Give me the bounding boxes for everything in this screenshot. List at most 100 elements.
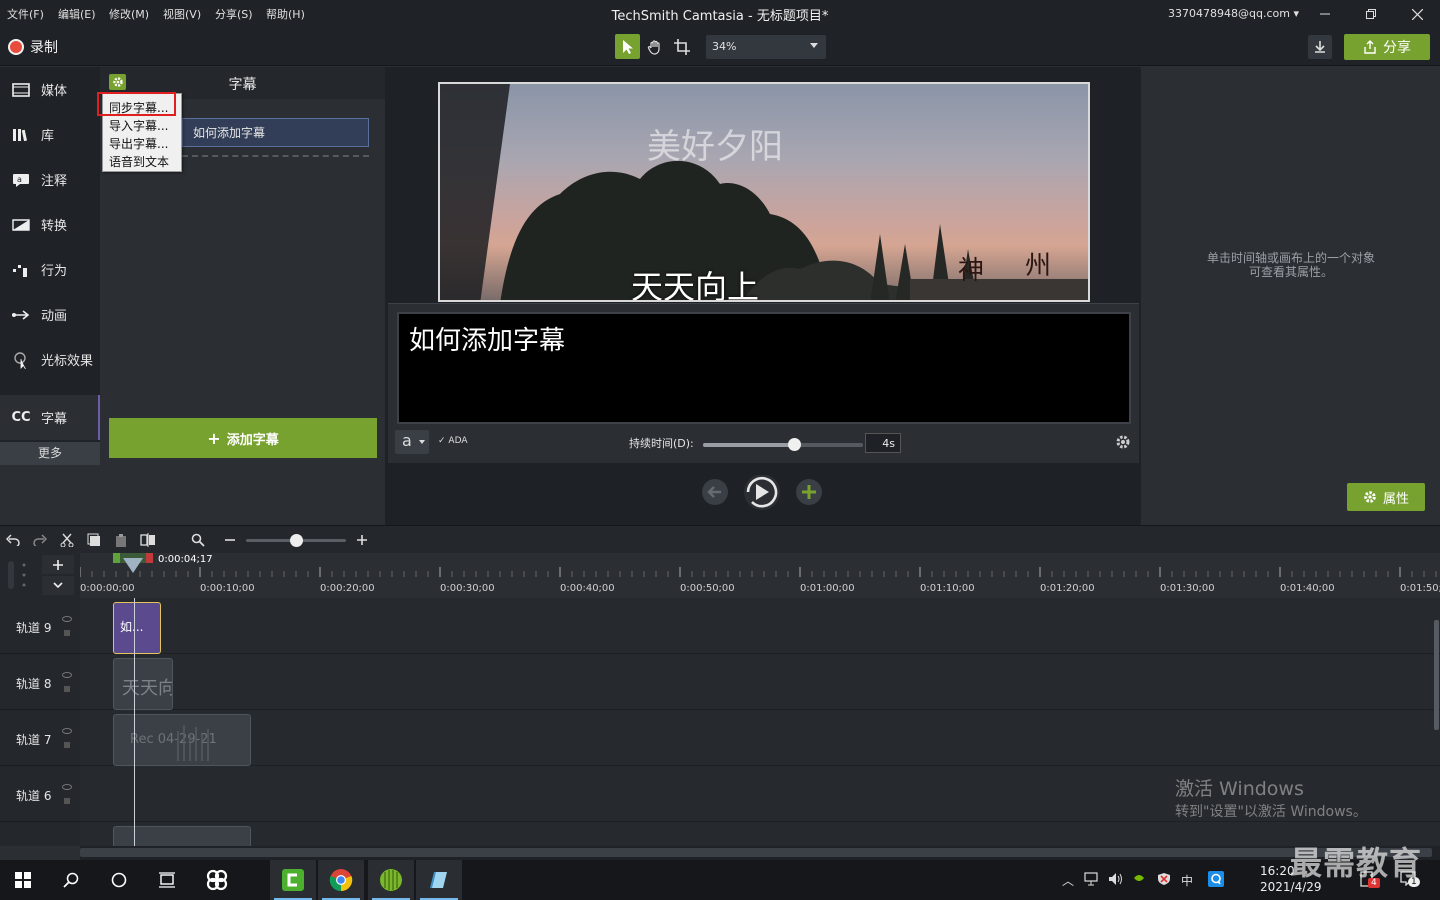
- font-style-button[interactable]: a: [395, 430, 429, 454]
- duration-slider-thumb[interactable]: [788, 438, 802, 451]
- ada-checkbox[interactable]: ✓ ADA: [438, 436, 468, 446]
- crop-tool-button[interactable]: [669, 34, 694, 59]
- track-visibility-lock-icon[interactable]: [62, 726, 72, 750]
- collapse-tracks-icon[interactable]: [42, 576, 74, 595]
- menu-item-export-captions[interactable]: 导出字幕...: [109, 135, 168, 152]
- annotation-icon: a: [11, 172, 31, 188]
- menu-view[interactable]: 视图(V): [163, 6, 201, 22]
- timeline-ruler[interactable]: 0:00:00;00 0:00:10;00 0:00:20;00 0:00:30;00…: [80, 553, 1440, 598]
- timeline-horizontal-scrollbar[interactable]: [80, 846, 1440, 860]
- track-row[interactable]: [80, 654, 1440, 710]
- cortana-button[interactable]: [96, 860, 142, 900]
- caption-clip[interactable]: 如...: [113, 602, 161, 654]
- track-visibility-lock-icon[interactable]: [62, 782, 72, 806]
- sidebar-item-cursor-effects[interactable]: 光标效果: [0, 337, 100, 382]
- video-preview[interactable]: 神 州 美好夕阳 天天向上: [438, 82, 1090, 302]
- menu-item-sync-captions[interactable]: 同步字幕...: [109, 99, 168, 116]
- close-button[interactable]: [1394, 0, 1440, 28]
- select-tool-button[interactable]: [615, 34, 640, 59]
- scrollbar-thumb[interactable]: [80, 848, 1432, 857]
- track-height-handle-icon[interactable]: [8, 561, 26, 589]
- search-button[interactable]: [48, 860, 94, 900]
- menu-file[interactable]: 文件(F): [7, 6, 44, 22]
- taskbar-app-notepad[interactable]: [416, 860, 462, 900]
- share-button[interactable]: 分享: [1344, 34, 1430, 60]
- tracks-vertical-scrollbar[interactable]: [1434, 620, 1439, 730]
- tray-expand-icon[interactable]: ︿: [1062, 872, 1074, 889]
- ruler-tick-label: 0:01:40;00: [1280, 583, 1335, 594]
- properties-hint: 单击时间轴或画布上的一个对象 可查看其属性。: [1161, 251, 1421, 279]
- security-shield-icon[interactable]: [1157, 872, 1171, 886]
- caption-list-item[interactable]: 如何添加字幕: [182, 118, 369, 147]
- timeline-zoom-slider[interactable]: [246, 534, 346, 547]
- redo-button[interactable]: [32, 532, 48, 548]
- menu-help[interactable]: 帮助(H): [266, 6, 305, 22]
- track-header[interactable]: 轨道 8: [0, 654, 80, 710]
- record-button[interactable]: 录制: [8, 37, 58, 57]
- sidebar-item-annotations[interactable]: a 注释: [0, 157, 100, 202]
- caption-text-box[interactable]: 如何添加字幕: [397, 312, 1131, 424]
- track-header[interactable]: 轨道 6: [0, 766, 80, 822]
- cut-button[interactable]: [59, 532, 75, 548]
- more-button[interactable]: 更多: [0, 442, 100, 465]
- split-button[interactable]: [140, 532, 156, 548]
- account-menu[interactable]: 3370478948@qq.com ▾: [1168, 7, 1299, 20]
- copy-button[interactable]: [86, 532, 102, 548]
- sidebar-item-behaviors[interactable]: 行为: [0, 247, 100, 292]
- play-caption-icon[interactable]: [744, 475, 780, 510]
- paste-button[interactable]: [113, 532, 129, 548]
- sidebar-item-captions[interactable]: CC 字幕: [0, 395, 100, 440]
- qq-icon[interactable]: [1208, 871, 1224, 887]
- sidebar-item-library[interactable]: 库: [0, 112, 100, 157]
- sidebar-item-media[interactable]: 媒体: [0, 67, 100, 112]
- start-button[interactable]: [0, 860, 46, 900]
- undo-button[interactable]: [5, 532, 21, 548]
- task-view-button[interactable]: [144, 860, 190, 900]
- svg-text:a: a: [17, 175, 22, 184]
- taskbar-app-pinwheel[interactable]: [194, 860, 240, 900]
- download-button[interactable]: [1308, 35, 1332, 59]
- volume-icon[interactable]: [1108, 872, 1124, 886]
- menu-item-import-captions[interactable]: 导入字幕...: [109, 117, 168, 134]
- previous-caption-icon[interactable]: [702, 479, 728, 505]
- network-icon[interactable]: [1084, 872, 1100, 886]
- nvidia-icon[interactable]: [1133, 872, 1145, 884]
- track-name: 轨道 7: [16, 733, 52, 747]
- track-header[interactable]: 轨道 7: [0, 710, 80, 766]
- cortana-circle-icon: [111, 872, 127, 888]
- restore-button[interactable]: [1348, 0, 1394, 28]
- menu-share[interactable]: 分享(S): [215, 6, 253, 22]
- duration-input[interactable]: 4s: [865, 433, 901, 453]
- record-icon: [8, 39, 24, 55]
- playhead-marker-icon[interactable]: [113, 553, 153, 579]
- taskbar-app-green[interactable]: [368, 860, 414, 900]
- sidebar-item-animations[interactable]: 动画: [0, 292, 100, 337]
- add-caption-icon[interactable]: [796, 479, 822, 505]
- menu-modify[interactable]: 修改(M): [109, 6, 149, 22]
- track-row[interactable]: [80, 710, 1440, 766]
- pan-tool-button[interactable]: [642, 34, 667, 59]
- minimize-button[interactable]: [1302, 0, 1348, 28]
- taskbar-app-chrome[interactable]: [318, 860, 364, 900]
- track-row[interactable]: [80, 598, 1440, 654]
- menu-edit[interactable]: 编辑(E): [58, 6, 96, 22]
- zoom-in-button[interactable]: [354, 532, 370, 548]
- taskbar-app-camtasia[interactable]: [270, 860, 316, 900]
- zoom-out-button[interactable]: [222, 532, 238, 548]
- track-visibility-lock-icon[interactable]: [62, 614, 72, 638]
- caption-editor-settings-button[interactable]: [1115, 434, 1131, 450]
- timeline-zoom-thumb[interactable]: [290, 534, 303, 547]
- sidebar-item-transitions[interactable]: 转换: [0, 202, 100, 247]
- text-clip[interactable]: 天天向: [113, 658, 173, 710]
- track-header[interactable]: 轨道 9: [0, 598, 80, 654]
- ime-indicator[interactable]: 中: [1181, 872, 1193, 889]
- timeline-zoom-button[interactable]: [190, 532, 206, 548]
- add-track-icon[interactable]: [42, 555, 74, 574]
- menu-item-speech-to-text[interactable]: 语音到文本: [109, 153, 169, 170]
- track-visibility-lock-icon[interactable]: [62, 670, 72, 694]
- properties-button[interactable]: 属性: [1347, 483, 1425, 511]
- duration-slider[interactable]: [703, 438, 863, 451]
- zoom-dropdown[interactable]: 34%: [706, 35, 826, 59]
- add-caption-button[interactable]: + 添加字幕: [109, 418, 377, 458]
- ruler-tick-label: 0:01:50;: [1400, 583, 1440, 594]
